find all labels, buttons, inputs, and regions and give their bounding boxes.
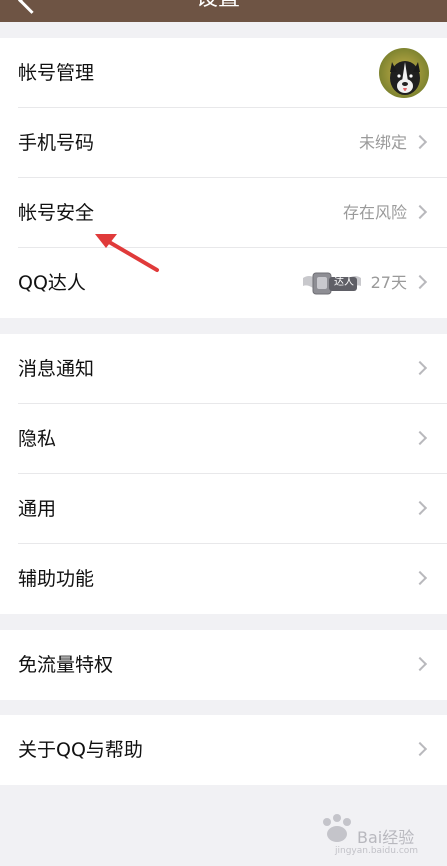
chevron-right-icon	[412, 430, 428, 446]
chevron-right-icon	[412, 134, 428, 150]
back-arrow-icon[interactable]	[18, 0, 45, 14]
qq-expert-badge-text: 达人	[334, 277, 354, 288]
row-free-data-privilege[interactable]: 免流量特权	[0, 630, 447, 700]
row-label: 帐号安全	[18, 202, 95, 224]
row-label: 手机号码	[18, 132, 95, 154]
row-label: QQ达人	[18, 272, 86, 294]
settings-group: 消息通知 隐私 通用 辅助功能	[0, 334, 447, 614]
row-label: 通用	[18, 498, 57, 520]
avatar-dog-image	[379, 48, 429, 98]
qq-expert-days-value: 27天	[370, 273, 407, 292]
chevron-right-icon	[412, 360, 428, 376]
phone-status-value: 未绑定	[358, 133, 407, 152]
row-account-management[interactable]: 帐号管理	[0, 38, 447, 108]
row-label: 关于QQ与帮助	[18, 739, 143, 761]
row-phone-number[interactable]: 手机号码 未绑定	[0, 108, 447, 178]
chevron-right-icon	[412, 741, 428, 757]
chevron-right-icon	[412, 204, 428, 220]
row-general[interactable]: 通用	[0, 474, 447, 544]
security-status-value: 存在风险	[342, 203, 407, 222]
row-qq-expert[interactable]: QQ达人 达人 27天	[0, 248, 447, 318]
watermark-url: jingyan.baidu.com	[335, 846, 419, 856]
row-label: 消息通知	[18, 358, 95, 380]
chevron-right-icon	[412, 274, 428, 290]
qq-expert-badge: 达人	[301, 270, 363, 296]
chevron-right-icon	[412, 570, 428, 586]
about-group: 关于QQ与帮助	[0, 715, 447, 785]
data-group: 免流量特权	[0, 630, 447, 700]
watermark-brand: Bai经验	[357, 828, 415, 847]
page-title: 设置	[196, 0, 240, 14]
chevron-right-icon	[412, 500, 428, 516]
chevron-right-icon	[412, 656, 428, 672]
row-label: 帐号管理	[18, 62, 95, 84]
paw-logo-icon	[323, 814, 351, 842]
row-label: 辅助功能	[18, 568, 95, 590]
row-label: 免流量特权	[18, 654, 114, 676]
account-group: 帐号管理 手机号码 未绑定 帐号安全 存在风险 QQ达人 达人 27天	[0, 38, 447, 318]
baidu-jingyan-watermark: Bai经验 jingyan.baidu.com	[317, 812, 427, 860]
avatar[interactable]	[379, 48, 429, 98]
top-bar: 设置	[0, 0, 447, 22]
row-about-help[interactable]: 关于QQ与帮助	[0, 715, 447, 785]
row-label: 隐私	[18, 428, 57, 450]
row-notifications[interactable]: 消息通知	[0, 334, 447, 404]
row-accessibility[interactable]: 辅助功能	[0, 544, 447, 614]
row-privacy[interactable]: 隐私	[0, 404, 447, 474]
row-account-security[interactable]: 帐号安全 存在风险	[0, 178, 447, 248]
